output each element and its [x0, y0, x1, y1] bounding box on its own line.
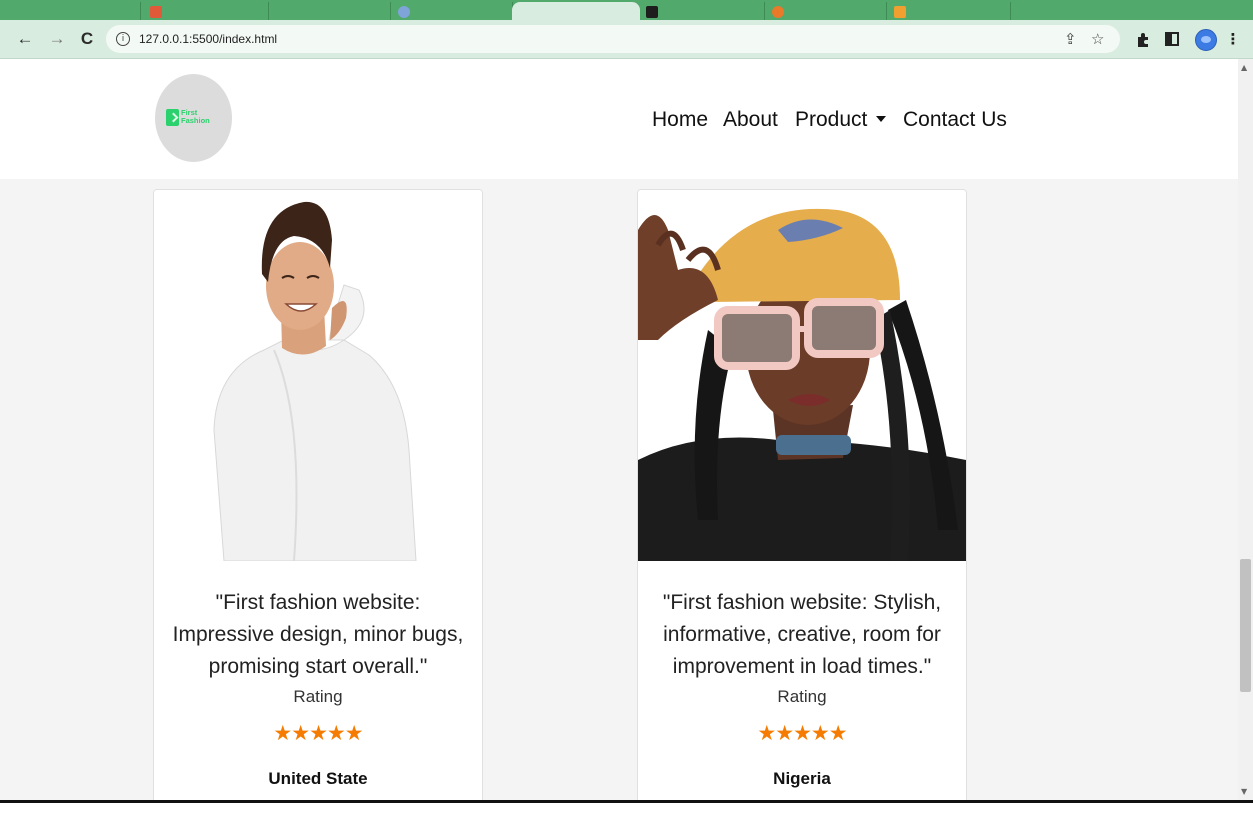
nav-contact[interactable]: Contact Us [903, 108, 1007, 132]
window-bottom-edge [0, 800, 1253, 814]
info-icon[interactable]: i [116, 32, 130, 46]
profile-avatar-icon[interactable] [1195, 29, 1217, 51]
side-panel-icon[interactable] [1162, 29, 1182, 49]
logo-line-2: Fashion [181, 116, 210, 125]
testimonial-card: "First fashion website: Stylish, informa… [637, 189, 967, 800]
page-viewport: First Fashion Home About Product Contact… [0, 59, 1238, 800]
browser-tab[interactable] [0, 2, 141, 20]
scroll-up-arrow-icon[interactable]: ▲ [1241, 63, 1247, 72]
woman-in-yellow-cap-and-sunglasses-photo [638, 190, 966, 561]
browser-tab-active[interactable] [512, 2, 640, 20]
browser-tab-strip [0, 0, 1253, 20]
site-header: First Fashion Home About Product Contact… [0, 59, 1238, 179]
testimonial-card: "First fashion website: Impressive desig… [153, 189, 483, 800]
star-rating-icon: ★★★★★ [273, 721, 363, 745]
testimonial-quote: "First fashion website: Stylish, informa… [662, 591, 942, 678]
scroll-down-arrow-icon[interactable]: ▼ [1241, 787, 1247, 796]
nav-product-label: Product [795, 108, 868, 131]
back-arrow-icon[interactable]: ← [12, 26, 38, 52]
browser-tab[interactable] [390, 2, 513, 20]
testimonial-country: United State [268, 769, 368, 788]
nav-about[interactable]: About [723, 108, 778, 132]
testimonial-quote: "First fashion website: Impressive desig… [172, 591, 464, 678]
man-in-white-shirt-photo [154, 190, 482, 561]
share-icon[interactable]: ⇪ [1064, 30, 1077, 48]
tab-favicon-icon [772, 6, 784, 18]
testimonial-country: Nigeria [773, 769, 831, 788]
nav-home[interactable]: Home [652, 108, 708, 132]
rating-label: Rating [293, 687, 343, 706]
tab-favicon-icon [398, 6, 410, 18]
site-logo[interactable]: First Fashion [155, 74, 232, 162]
url-text[interactable]: 127.0.0.1:5500/index.html [139, 32, 277, 46]
browser-tab[interactable] [764, 2, 887, 20]
reload-icon[interactable]: C [74, 26, 100, 52]
browser-tab[interactable] [268, 2, 391, 20]
logo-mark-icon [166, 109, 179, 126]
nav-product[interactable]: Product [795, 108, 867, 132]
tab-favicon-icon [894, 6, 906, 18]
tab-favicon-icon [150, 6, 162, 18]
star-rating-icon: ★★★★★ [757, 721, 847, 745]
rating-label: Rating [777, 687, 827, 706]
menu-kebab-icon[interactable]: ⋮ [1223, 29, 1243, 49]
tab-favicon-icon [646, 6, 658, 18]
chevron-down-icon[interactable] [876, 116, 886, 122]
extensions-puzzle-icon[interactable] [1133, 29, 1153, 49]
browser-tab[interactable] [886, 2, 1011, 20]
browser-tab[interactable] [640, 2, 765, 20]
address-bar[interactable]: i 127.0.0.1:5500/index.html ⇪ ☆ [106, 25, 1120, 53]
forward-arrow-icon[interactable]: → [44, 26, 70, 52]
page-scrollbar[interactable]: ▲ ▼ [1238, 59, 1253, 800]
browser-tab[interactable] [140, 2, 269, 20]
logo-text: First Fashion [181, 109, 210, 125]
scrollbar-thumb[interactable] [1240, 559, 1251, 692]
star-bookmark-icon[interactable]: ☆ [1091, 30, 1104, 48]
browser-toolbar: ← → C i 127.0.0.1:5500/index.html ⇪ ☆ ⋮ [0, 20, 1253, 59]
